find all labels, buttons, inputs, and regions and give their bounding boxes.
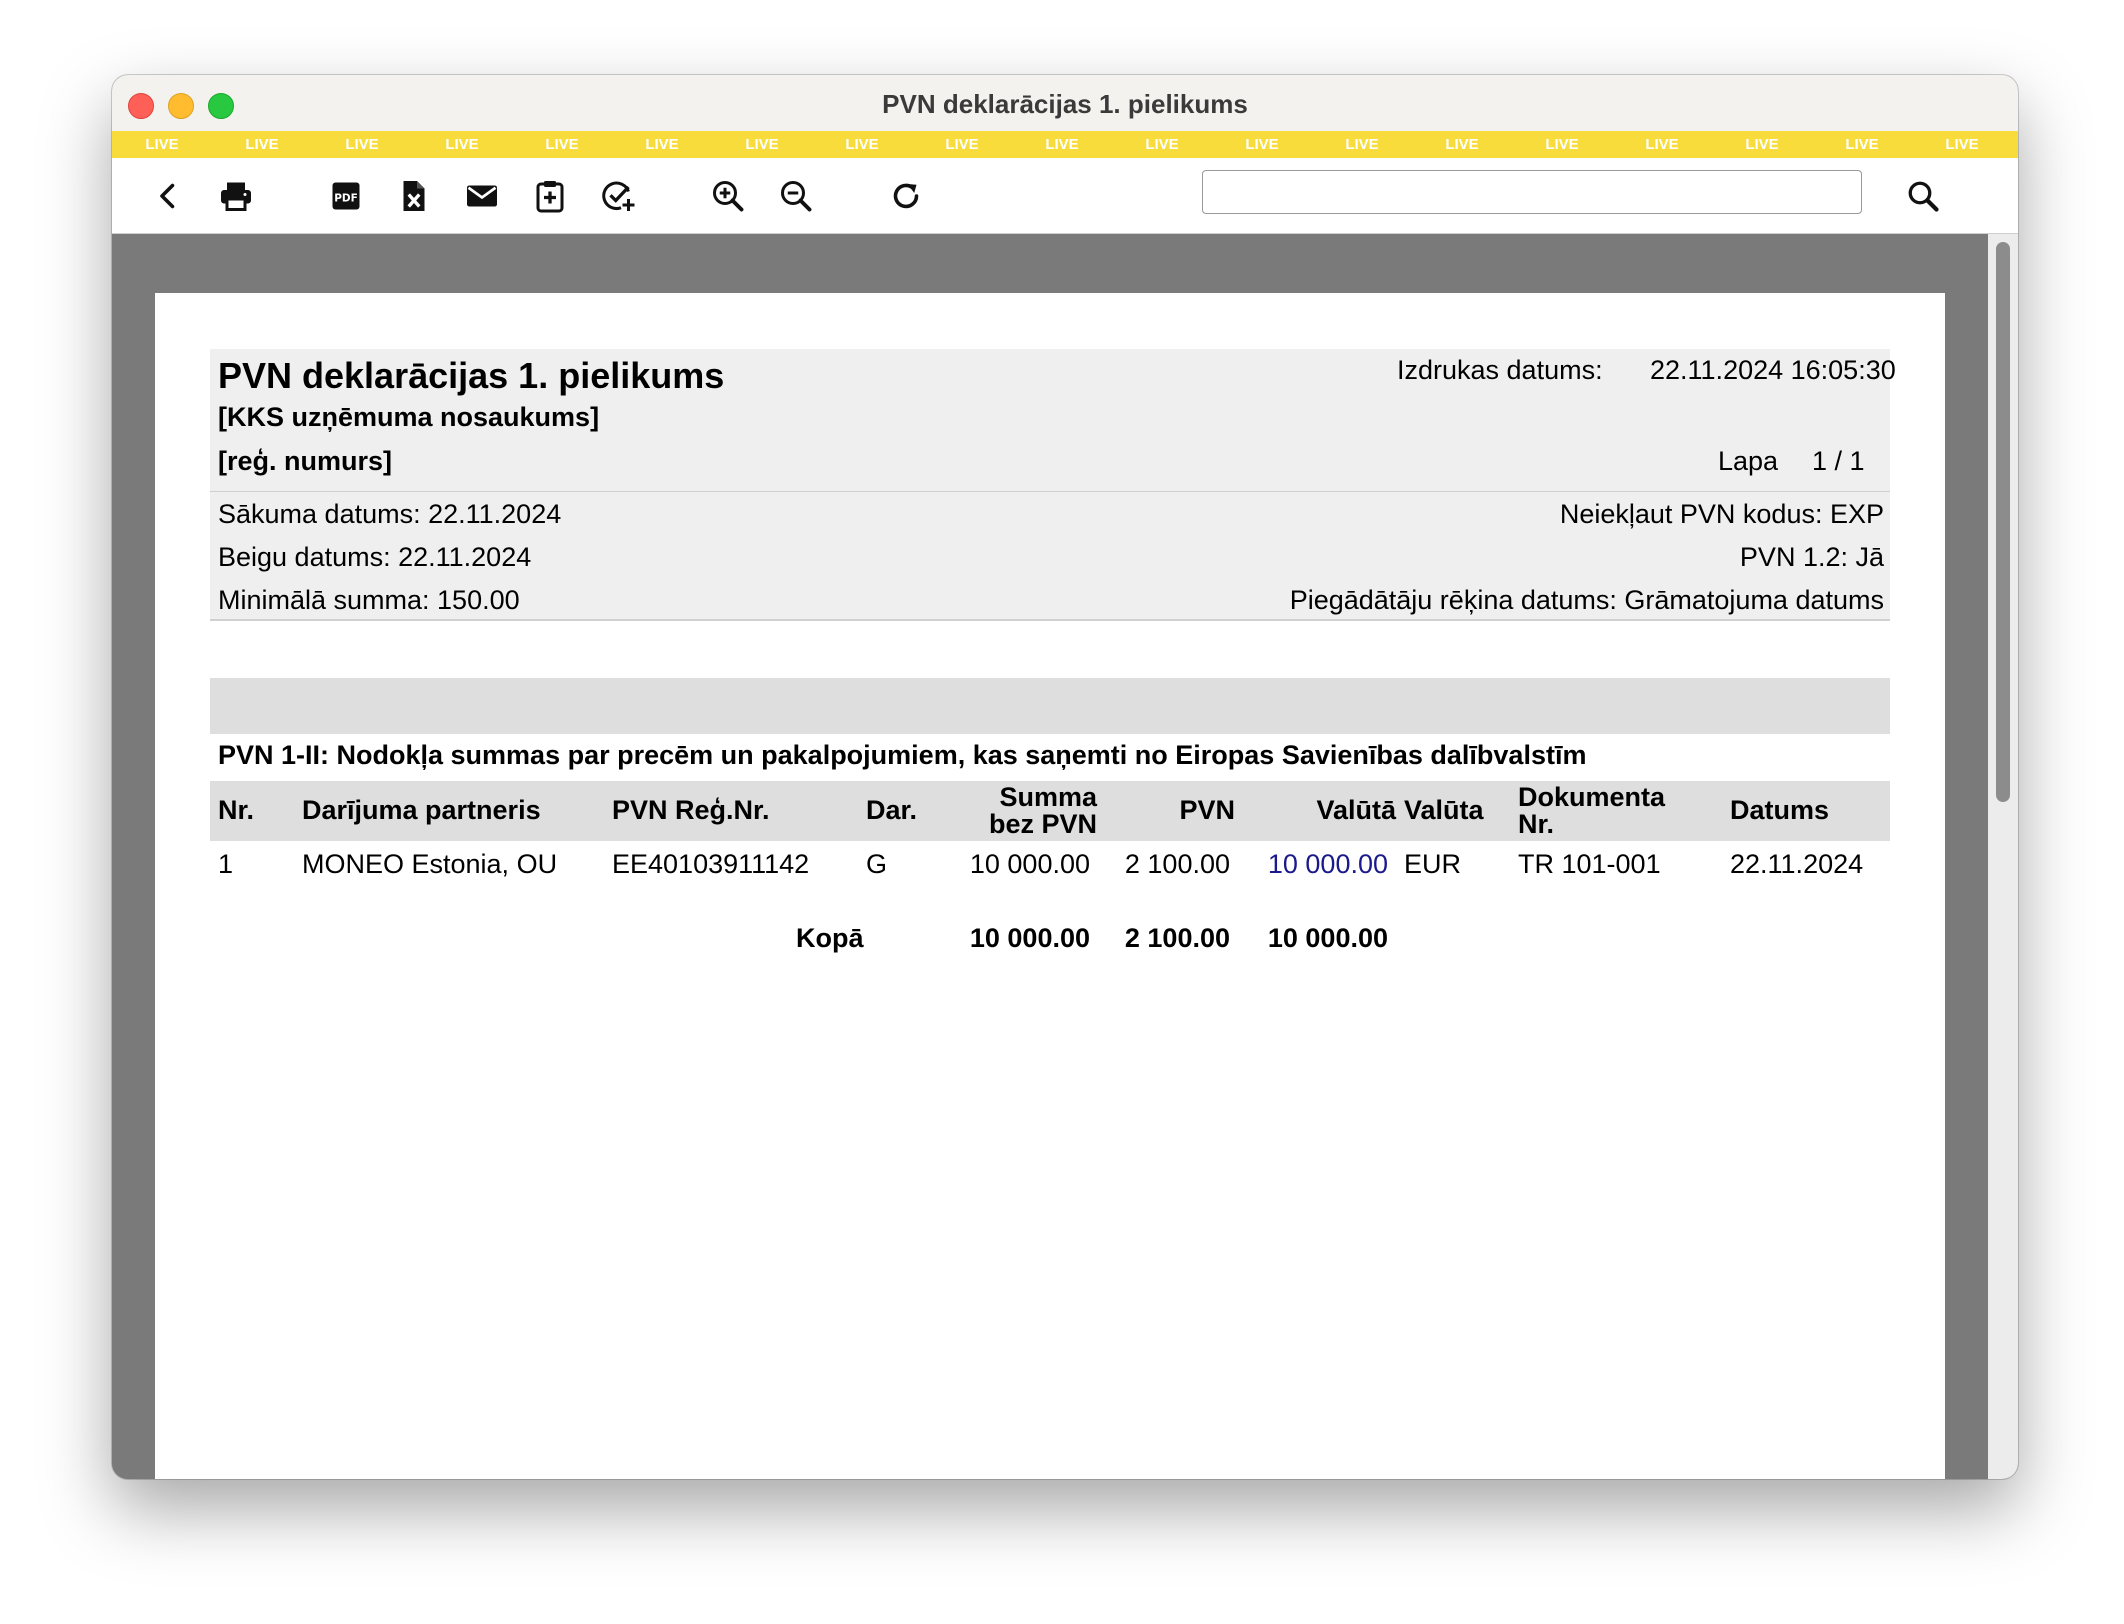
live-label: LIVE [1745, 136, 1779, 153]
zoom-out-button[interactable] [774, 174, 818, 218]
print-date-label: Izdrukas datums: [1397, 355, 1603, 385]
col-sum-line2: bez PVN [988, 809, 1097, 839]
live-label: LIVE [345, 136, 379, 153]
email-button[interactable] [460, 174, 504, 218]
cell-partner: MONEO Estonia, OU [302, 849, 558, 879]
live-label: LIVE [1145, 136, 1179, 153]
live-environment-banner: LIVE LIVE LIVE LIVE LIVE LIVE LIVE LIVE LIVE LIVE… [112, 131, 2018, 158]
col-doc-line2: Nr. [1518, 809, 1555, 839]
live-label: LIVE [1845, 136, 1879, 153]
approve-button[interactable] [596, 174, 640, 218]
live-label: LIVE [145, 136, 179, 153]
live-label: LIVE [1945, 136, 1979, 153]
col-sum-line1: Summa [999, 782, 1097, 812]
pdf-icon: PDF [332, 182, 360, 210]
export-excel-button[interactable] [392, 174, 436, 218]
cell-pvn: 2 100.00 [1124, 849, 1230, 879]
report-page: PVN deklarācijas 1. pielikums [KKS uzņēm… [155, 293, 1945, 1479]
supplier-invoice-date-setting: Piegādātāju rēķina datums: Grāmatojuma d… [1289, 585, 1884, 615]
cell-document-nr: TR 101-001 [1518, 849, 1661, 879]
table-header: Nr. Darījuma partneris PVN Reģ.Nr. Dar. … [210, 781, 1890, 841]
svg-text:PDF: PDF [334, 192, 358, 204]
app-window: PVN deklarācijas 1. pielikums LIVE LIVE LI… [112, 75, 2018, 1479]
table-row[interactable]: 1 MONEO Estonia, OU EE40103911142 G 10 0… [210, 841, 1890, 885]
cell-nr: 1 [218, 849, 234, 879]
col-nr: Nr. [218, 795, 255, 825]
report-viewport[interactable]: PVN deklarācijas 1. pielikums [KKS uzņēm… [112, 234, 2018, 1479]
registration-number: [reģ. numurs] [218, 446, 393, 476]
window-title: PVN deklarācijas 1. pielikums [882, 89, 1248, 119]
live-label: LIVE [1545, 136, 1579, 153]
totals-label: Kopā [796, 923, 864, 953]
toolbar: PDF [112, 158, 2018, 234]
header-divider [210, 491, 1890, 492]
pvn-1-2-flag: PVN 1.2: Jā [1739, 542, 1884, 572]
col-vat-reg: PVN Reģ.Nr. [612, 795, 770, 825]
cell-vat-reg: EE40103911142 [612, 849, 810, 879]
end-date: Beigu datums: 22.11.2024 [218, 542, 532, 572]
cell-currency: EUR [1404, 849, 1462, 879]
total-currency-amount: 10 000.00 [1267, 923, 1388, 953]
totals-row: Kopā 10 000.00 2 100.00 10 000.00 [210, 915, 1890, 959]
live-label: LIVE [845, 136, 879, 153]
excel-icon [403, 181, 425, 211]
cell-date: 22.11.2024 [1730, 849, 1864, 879]
title-bar: PVN deklarācijas 1. pielikums [112, 75, 2018, 132]
live-label: LIVE [545, 136, 579, 153]
report-header: PVN deklarācijas 1. pielikums [KKS uzņēm… [210, 349, 1896, 621]
search-input[interactable] [1202, 170, 1862, 214]
email-icon [467, 185, 497, 207]
total-sum: 10 000.00 [969, 923, 1090, 953]
vertical-scrollbar[interactable] [1988, 234, 2018, 1479]
clipboard-add-icon [536, 181, 564, 213]
print-button[interactable] [214, 174, 258, 218]
refresh-icon [893, 183, 919, 209]
live-label: LIVE [1645, 136, 1679, 153]
print-icon [221, 182, 251, 211]
excluded-vat-codes: Neiekļaut PVN kodus: EXP [1559, 499, 1884, 529]
col-pvn: PVN [1179, 795, 1235, 825]
col-currency: Valūta [1404, 795, 1484, 825]
page-number: 1 / 1 [1812, 446, 1865, 476]
search-button[interactable] [1901, 174, 1945, 218]
back-button[interactable] [146, 174, 190, 218]
add-to-clipboard-button[interactable] [528, 174, 572, 218]
section-band [210, 678, 1890, 734]
zoom-in-icon [713, 181, 744, 212]
live-label: LIVE [745, 136, 779, 153]
start-date: Sākuma datums: 22.11.2024 [218, 499, 562, 529]
page-label: Lapa [1718, 446, 1779, 476]
search-icon [1908, 181, 1939, 212]
cell-dar: G [866, 849, 888, 879]
section-title: PVN 1-II: Nodokļa summas par precēm un p… [218, 740, 1587, 770]
live-label: LIVE [1045, 136, 1079, 153]
live-label: LIVE [445, 136, 479, 153]
col-doc-line1: Dokumenta [1518, 782, 1666, 812]
live-label: LIVE [945, 136, 979, 153]
cell-currency-amount-link[interactable]: 10 000.00 [1268, 849, 1388, 880]
live-label: LIVE [645, 136, 679, 153]
company-name: [KKS uzņēmuma nosaukums] [218, 402, 600, 432]
scrollbar-thumb[interactable] [1996, 242, 2010, 802]
col-partner: Darījuma partneris [302, 795, 541, 825]
live-label: LIVE [1445, 136, 1479, 153]
cell-sum: 10 000.00 [969, 849, 1090, 879]
refresh-button[interactable] [884, 174, 928, 218]
minimum-sum: Minimālā summa: 150.00 [218, 585, 520, 615]
back-icon [160, 183, 175, 209]
export-pdf-button[interactable]: PDF [324, 174, 368, 218]
col-date: Datums [1730, 795, 1830, 825]
col-currency-amount: Valūtā [1316, 795, 1396, 825]
report-title: PVN deklarācijas 1. pielikums [218, 355, 725, 396]
live-label: LIVE [245, 136, 279, 153]
zoom-in-button[interactable] [706, 174, 750, 218]
live-label: LIVE [1245, 136, 1279, 153]
print-date-value: 22.11.2024 16:05:30 [1650, 355, 1896, 385]
check-add-icon [602, 181, 635, 211]
zoom-out-icon [781, 181, 812, 212]
live-label: LIVE [1345, 136, 1379, 153]
col-dar: Dar. [866, 795, 918, 825]
total-pvn: 2 100.00 [1124, 923, 1230, 953]
